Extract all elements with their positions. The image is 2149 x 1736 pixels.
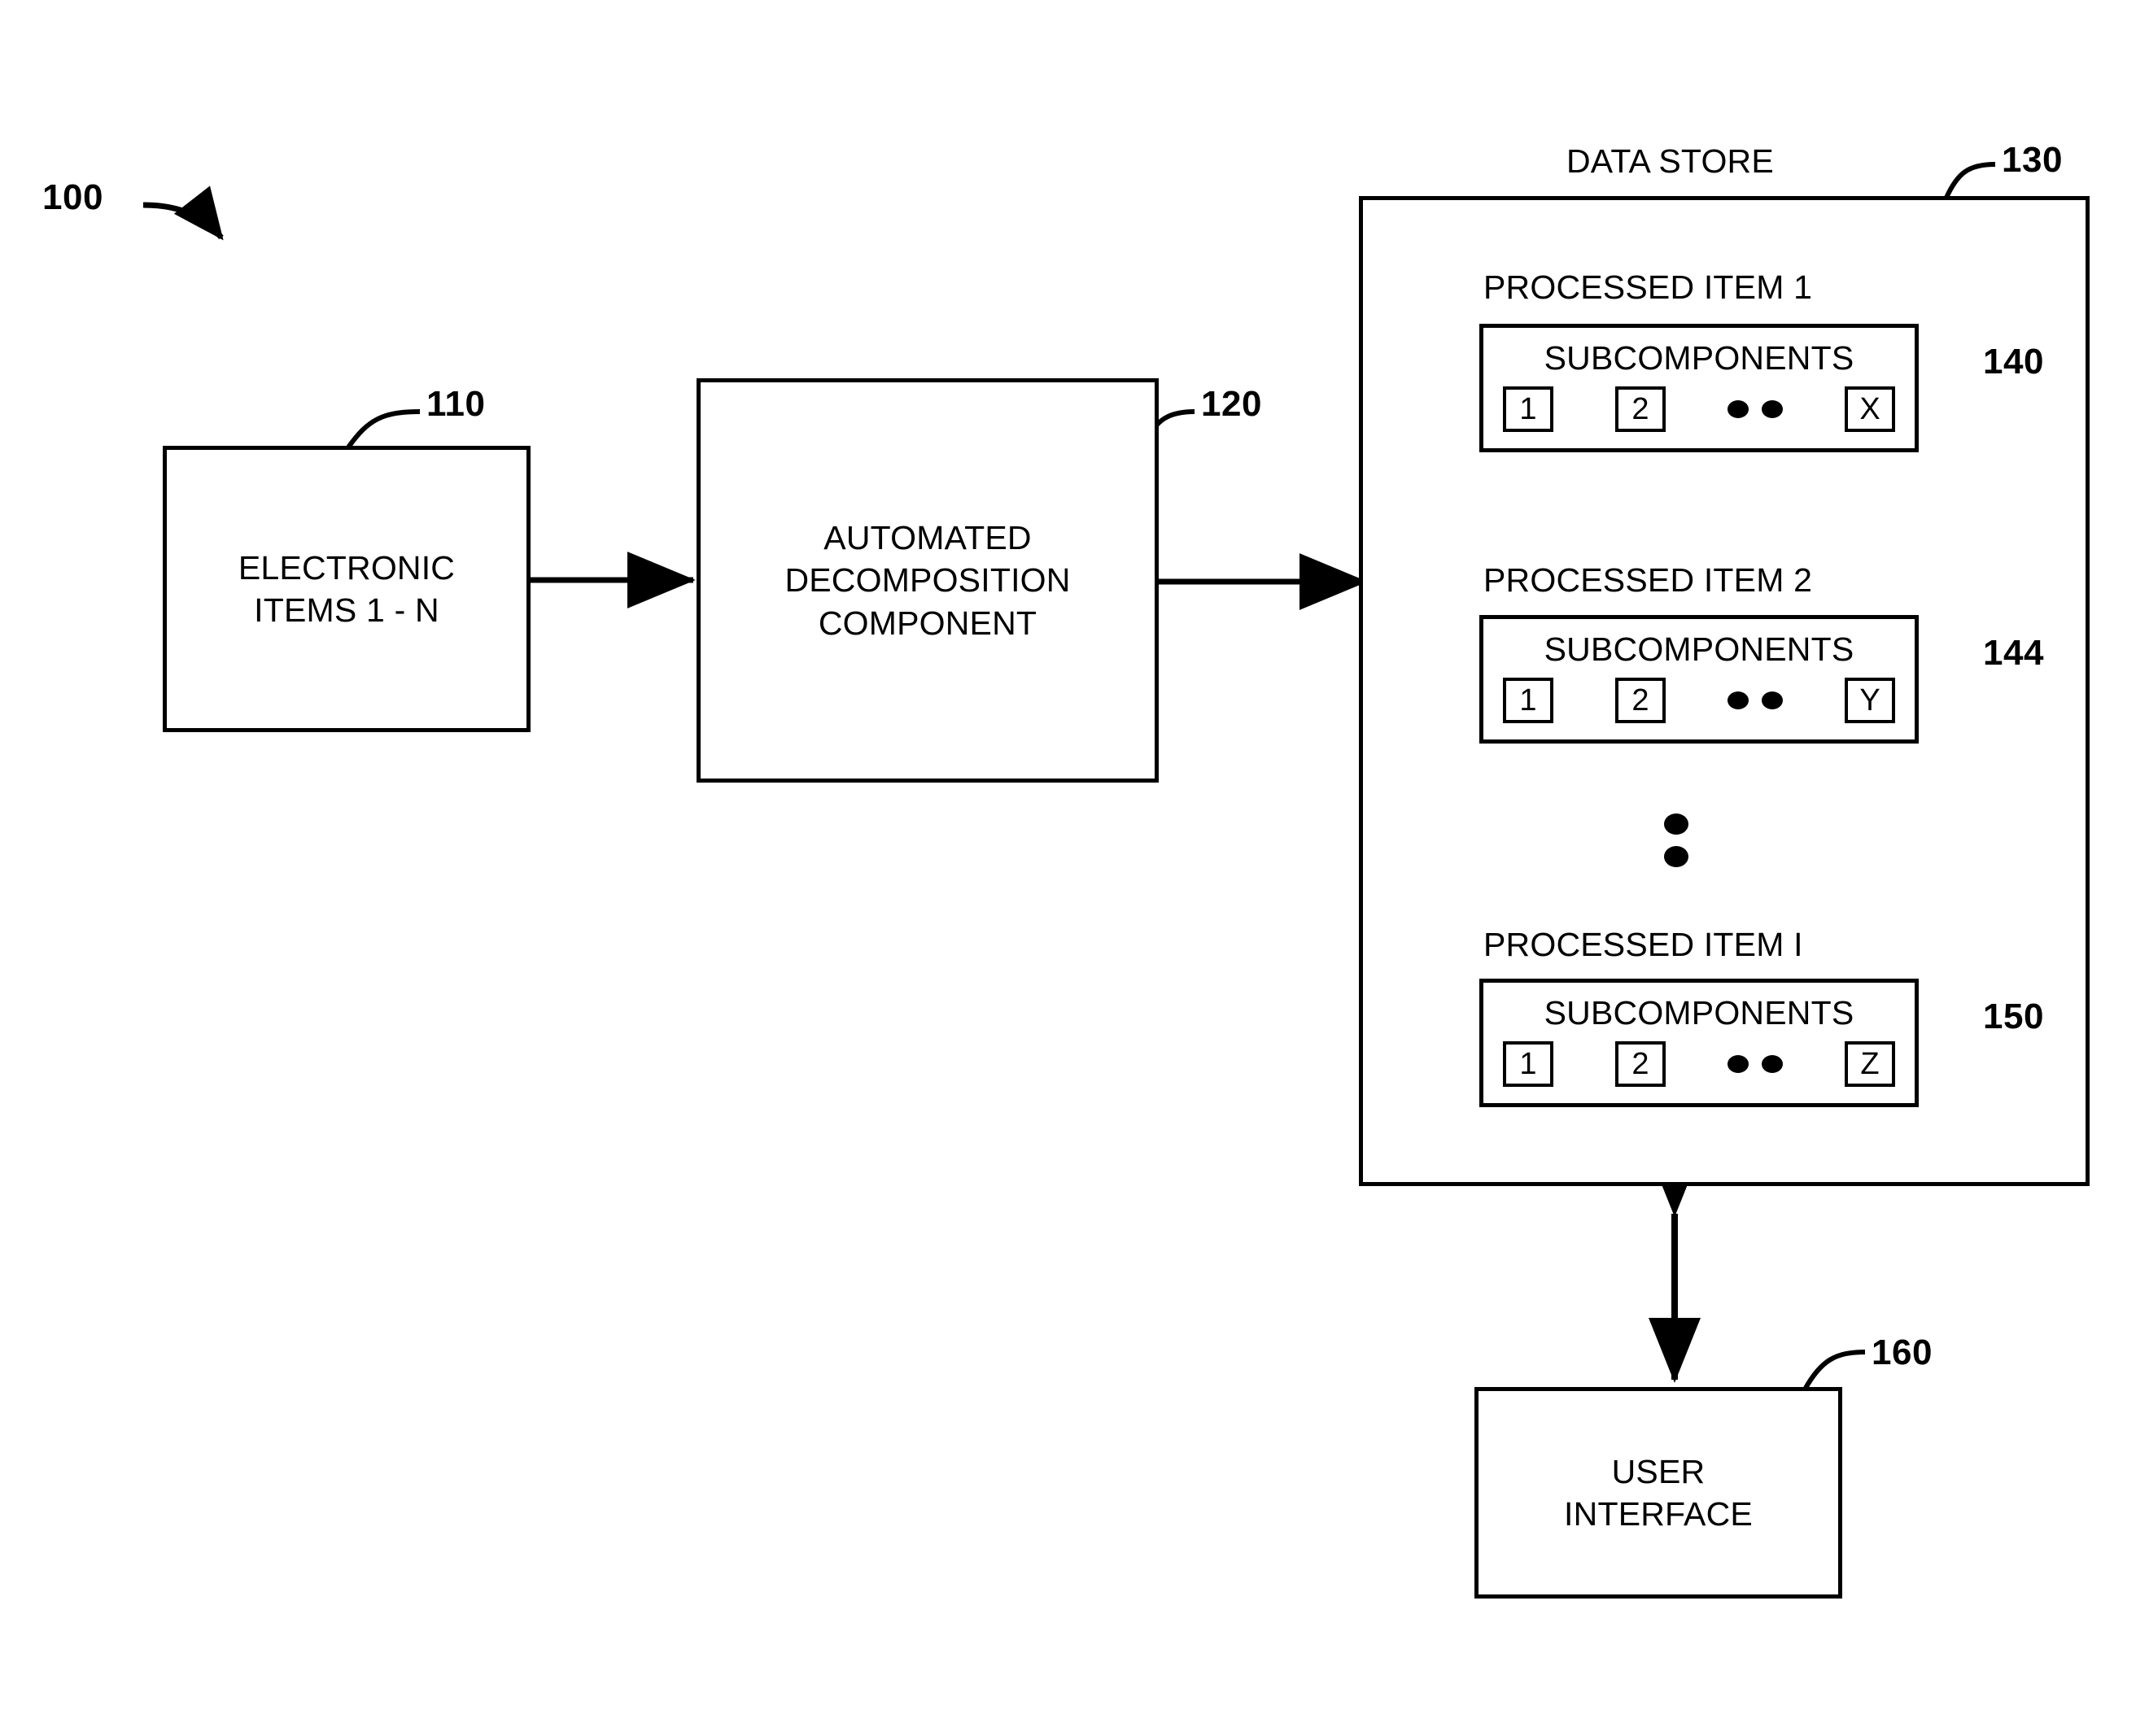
electronic-items-box: ELECTRONIC ITEMS 1 - N — [163, 446, 531, 732]
data-store-title: DATA STORE — [1566, 142, 1774, 180]
processed-item-caption: PROCESSED ITEM 1 — [1483, 268, 1813, 306]
automated-decomposition-component-label: AUTOMATED DECOMPOSITION COMPONENT — [784, 518, 1071, 642]
user-interface-box: USER INTERFACE — [1474, 1387, 1842, 1599]
subcomponent-chip[interactable]: 2 — [1615, 678, 1666, 723]
subcomponent-chip[interactable]: 2 — [1615, 1041, 1666, 1087]
subcomponents-box-1: SUBCOMPONENTS 1 2 X — [1479, 324, 1919, 452]
subcomponents-title: SUBCOMPONENTS — [1544, 339, 1854, 377]
subcomponent-chip[interactable]: 2 — [1615, 386, 1666, 432]
electronic-items-label: ELECTRONIC ITEMS 1 - N — [238, 548, 456, 629]
leader-line-130 — [1944, 162, 1996, 199]
subcomponents-box-2: SUBCOMPONENTS 1 2 Y — [1479, 615, 1919, 744]
leader-line-160 — [1802, 1350, 1866, 1391]
ref-120: 120 — [1201, 384, 1262, 424]
subcomponent-chip-row: 1 2 Y — [1503, 678, 1895, 723]
subcomponents-title: SUBCOMPONENTS — [1544, 994, 1854, 1032]
ref-150: 150 — [1983, 997, 2044, 1036]
automated-decomposition-component-box: AUTOMATED DECOMPOSITION COMPONENT — [697, 378, 1159, 783]
processed-item-caption: PROCESSED ITEM I — [1483, 926, 1803, 963]
horizontal-ellipsis-icon — [1727, 691, 1783, 709]
patent-figure: 100 ELECTRONIC ITEMS 1 - N 110 AUTOMATED… — [0, 0, 2149, 1736]
subcomponent-chip[interactable]: 1 — [1503, 1041, 1553, 1087]
subcomponents-box-3: SUBCOMPONENTS 1 2 Z — [1479, 979, 1919, 1107]
user-interface-label: USER INTERFACE — [1564, 1452, 1753, 1533]
ref-140: 140 — [1983, 342, 2044, 382]
subcomponent-chip[interactable]: Z — [1845, 1041, 1895, 1087]
subcomponent-chip-row: 1 2 X — [1503, 386, 1895, 432]
horizontal-ellipsis-icon — [1727, 1055, 1783, 1073]
figure-numeral-100: 100 — [42, 177, 103, 217]
subcomponents-title: SUBCOMPONENTS — [1544, 630, 1854, 668]
subcomponent-chip[interactable]: Y — [1845, 678, 1895, 723]
subcomponent-chip[interactable]: 1 — [1503, 386, 1553, 432]
subcomponent-chip-row: 1 2 Z — [1503, 1041, 1895, 1087]
processed-item-caption: PROCESSED ITEM 2 — [1483, 561, 1813, 599]
subcomponent-chip[interactable]: X — [1845, 386, 1895, 432]
ref-130: 130 — [2002, 140, 2063, 180]
subcomponent-chip[interactable]: 1 — [1503, 678, 1553, 723]
figure-pointer-arrow — [142, 185, 224, 241]
ref-110: 110 — [426, 384, 486, 424]
ref-160: 160 — [1872, 1333, 1933, 1372]
horizontal-ellipsis-icon — [1727, 400, 1783, 418]
ref-144: 144 — [1983, 633, 2044, 673]
vertical-ellipsis-icon — [1664, 813, 1688, 867]
leader-line-110 — [346, 409, 421, 449]
